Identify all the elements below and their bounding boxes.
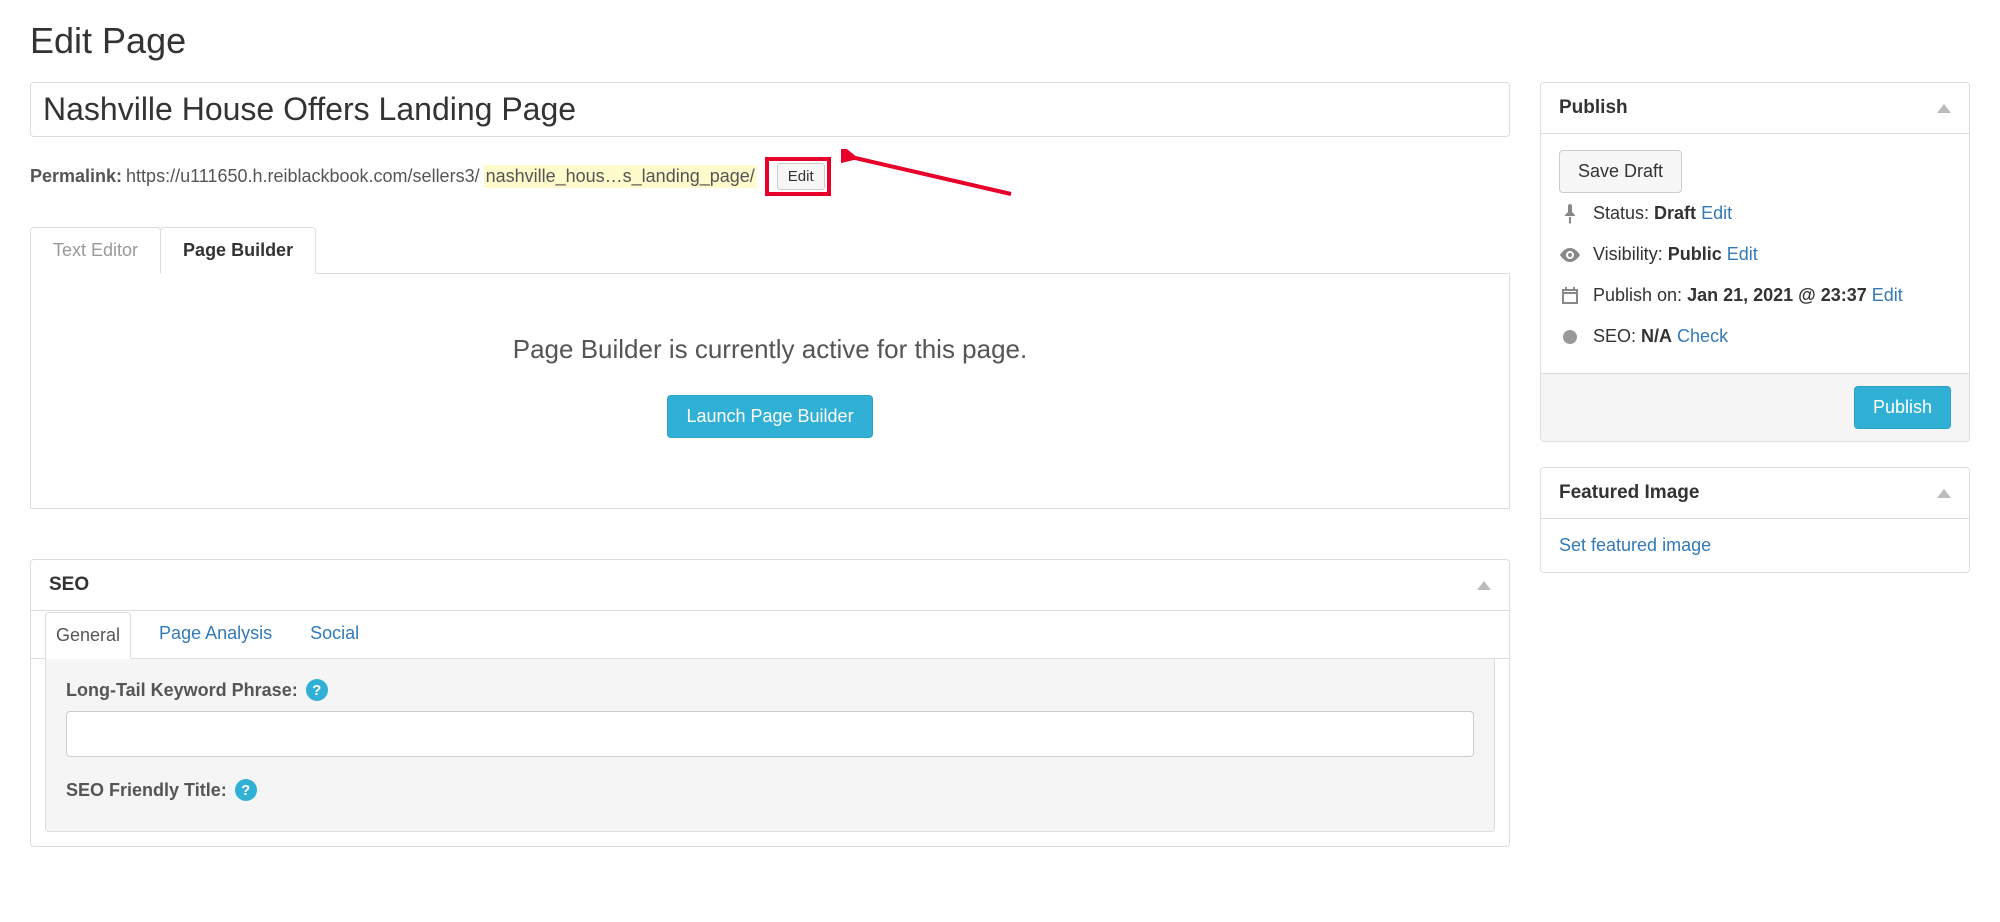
featured-image-panel: Featured Image Set featured image <box>1540 467 1970 573</box>
visibility-label: Visibility: <box>1593 244 1663 264</box>
permalink-label: Permalink: <box>30 166 122 187</box>
seo-status-row: SEO: N/A Check <box>1559 316 1951 357</box>
pin-icon <box>1559 204 1581 224</box>
page-title: Edit Page <box>30 20 1970 62</box>
page-builder-status-text: Page Builder is currently active for thi… <box>51 334 1489 365</box>
seo-heading-text: SEO <box>49 574 89 596</box>
featured-image-heading-text: Featured Image <box>1559 482 1699 504</box>
permalink-slug: nashville_hous…s_landing_page/ <box>484 165 757 188</box>
visibility-value: Public <box>1668 244 1722 264</box>
edit-publish-date-link[interactable]: Edit <box>1872 285 1903 305</box>
status-row: Status: Draft Edit <box>1559 193 1951 234</box>
help-icon[interactable]: ? <box>306 679 328 701</box>
longtail-keyword-input[interactable] <box>66 711 1474 757</box>
publish-panel-heading[interactable]: Publish <box>1541 83 1969 134</box>
friendly-title-label-text: SEO Friendly Title: <box>66 780 227 801</box>
seo-panel-heading[interactable]: SEO <box>31 560 1509 611</box>
calendar-icon <box>1559 286 1581 306</box>
edit-status-link[interactable]: Edit <box>1701 203 1732 223</box>
seo-general-body: Long-Tail Keyword Phrase: ? SEO Friendly… <box>45 659 1495 832</box>
seo-tabs: General Page Analysis Social <box>31 611 1509 659</box>
longtail-label-text: Long-Tail Keyword Phrase: <box>66 680 298 701</box>
tab-text-editor[interactable]: Text Editor <box>30 227 161 274</box>
publish-panel: Publish Save Draft Status: Draft Edit <box>1540 82 1970 442</box>
publish-on-value: Jan 21, 2021 @ 23:37 <box>1687 285 1867 305</box>
seo-tab-social[interactable]: Social <box>300 611 369 658</box>
set-featured-image-link[interactable]: Set featured image <box>1559 535 1711 555</box>
collapse-caret-icon <box>1937 104 1951 113</box>
collapse-caret-icon <box>1937 489 1951 498</box>
seo-meta-label: SEO: <box>1593 326 1636 346</box>
status-value: Draft <box>1654 203 1696 223</box>
permalink-row: Permalink: https://u111650.h.reiblackboo… <box>30 149 1510 204</box>
seo-panel: SEO General Page Analysis Social Long-Ta… <box>30 559 1510 847</box>
permalink-base-url: https://u111650.h.reiblackbook.com/selle… <box>126 166 480 187</box>
tab-page-builder[interactable]: Page Builder <box>160 227 316 274</box>
visibility-row: Visibility: Public Edit <box>1559 234 1951 275</box>
collapse-caret-icon <box>1477 581 1491 590</box>
featured-image-heading[interactable]: Featured Image <box>1541 468 1969 519</box>
eye-icon <box>1559 248 1581 262</box>
annotation-arrow <box>841 149 1021 204</box>
page-builder-panel: Page Builder is currently active for thi… <box>30 274 1510 509</box>
help-icon[interactable]: ? <box>235 779 257 801</box>
page-title-input[interactable] <box>30 82 1510 137</box>
status-label: Status: <box>1593 203 1649 223</box>
longtail-keyword-label: Long-Tail Keyword Phrase: ? <box>66 679 1474 701</box>
seo-friendly-title-label: SEO Friendly Title: ? <box>66 779 1474 801</box>
publish-on-row: Publish on: Jan 21, 2021 @ 23:37 Edit <box>1559 275 1951 316</box>
seo-tab-page-analysis[interactable]: Page Analysis <box>149 611 282 658</box>
launch-page-builder-button[interactable]: Launch Page Builder <box>667 395 872 438</box>
annotation-highlight-box: Edit <box>765 157 831 196</box>
seo-meta-value: N/A <box>1641 326 1672 346</box>
seo-check-link[interactable]: Check <box>1677 326 1728 346</box>
publish-on-label: Publish on: <box>1593 285 1682 305</box>
editor-tabs: Text Editor Page Builder <box>30 226 1510 274</box>
save-draft-button[interactable]: Save Draft <box>1559 150 1682 193</box>
edit-permalink-button[interactable]: Edit <box>777 163 825 190</box>
dot-icon <box>1559 329 1581 345</box>
seo-tab-general[interactable]: General <box>45 612 131 659</box>
edit-visibility-link[interactable]: Edit <box>1727 244 1758 264</box>
publish-button[interactable]: Publish <box>1854 386 1951 429</box>
publish-heading-text: Publish <box>1559 97 1628 119</box>
